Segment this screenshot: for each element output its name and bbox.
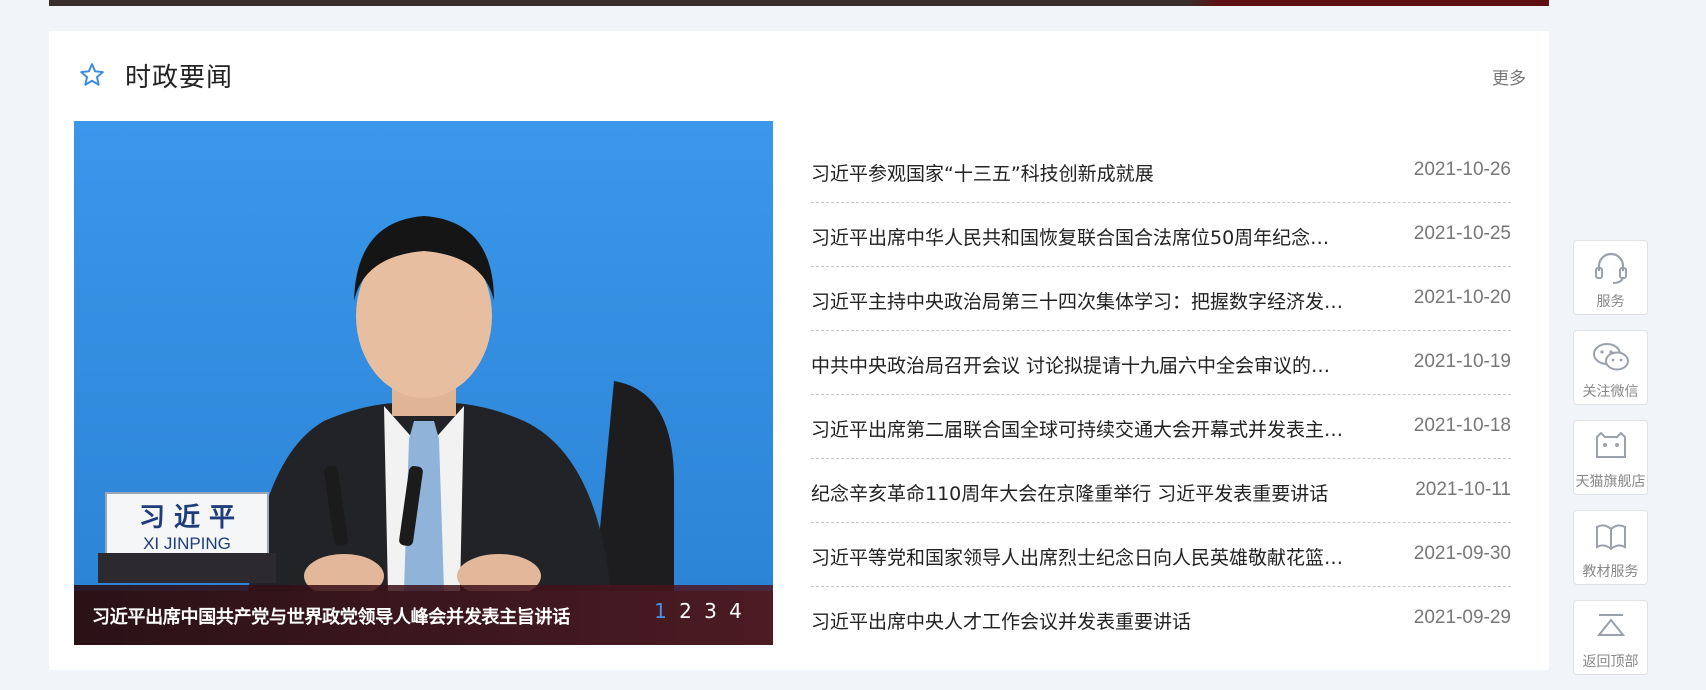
floating-toolbar: 服务 关注微信 天猫旗舰店 教材服务 返回顶部 xyxy=(1573,240,1648,690)
news-title[interactable]: 习近平参观国家“十三五”科技创新成就展 xyxy=(811,159,1381,186)
news-item[interactable]: 习近平出席第二届联合国全球可持续交通大会开幕式并发表主… 2021-10-18 xyxy=(811,395,1511,459)
carousel-page-1[interactable]: 1 xyxy=(653,599,668,623)
tmall-label: 天猫旗舰店 xyxy=(1575,474,1646,490)
section-title: 时政要闻 xyxy=(125,63,234,93)
carousel-caption[interactable]: 习近平出席中国共产党与世界政党领导人峰会并发表主旨讲话 xyxy=(92,603,570,629)
news-date: 2021-10-20 xyxy=(1413,287,1511,308)
news-item[interactable]: 习近平出席中华人民共和国恢复联合国合法席位50周年纪念… 2021-10-25 xyxy=(811,203,1511,267)
news-date: 2021-10-26 xyxy=(1413,159,1511,180)
news-item[interactable]: 习近平参观国家“十三五”科技创新成就展 2021-10-26 xyxy=(811,139,1511,203)
news-item[interactable]: 中共中央政治局召开会议 讨论拟提请十九届六中全会审议的… 2021-10-19 xyxy=(811,331,1511,395)
carousel-caption-bar: 习近平出席中国共产党与世界政党领导人峰会并发表主旨讲话 1 2 3 4 xyxy=(74,585,773,645)
textbook-service-label: 教材服务 xyxy=(1582,564,1639,580)
name-plate-en: XI JINPING xyxy=(143,534,231,553)
headset-icon xyxy=(1594,252,1627,284)
news-title[interactable]: 习近平等党和国家领导人出席烈士纪念日向人民英雄敬献花篮… xyxy=(811,543,1381,570)
name-plate-cn: 习 近 平 xyxy=(139,503,235,533)
news-date: 2021-10-18 xyxy=(1413,415,1511,436)
news-date: 2021-10-19 xyxy=(1413,351,1511,372)
news-list: 习近平参观国家“十三五”科技创新成就展 2021-10-26 习近平出席中华人民… xyxy=(811,139,1511,650)
service-label: 服务 xyxy=(1596,294,1625,310)
tmall-store-button[interactable]: 天猫旗舰店 xyxy=(1573,420,1648,495)
news-title[interactable]: 习近平出席第二届联合国全球可持续交通大会开幕式并发表主… xyxy=(811,415,1381,442)
news-item[interactable]: 习近平主持中央政治局第三十四次集体学习：把握数字经济发… 2021-10-20 xyxy=(811,267,1511,331)
back-to-top-button[interactable]: 返回顶部 xyxy=(1573,600,1648,675)
more-link[interactable]: 更多 xyxy=(1492,64,1526,89)
book-icon xyxy=(1595,524,1626,551)
wechat-icon xyxy=(1592,343,1629,371)
news-date: 2021-09-29 xyxy=(1413,607,1511,628)
news-item[interactable]: 习近平出席中央人才工作会议并发表重要讲话 2021-09-29 xyxy=(811,587,1511,650)
news-title[interactable]: 中共中央政治局召开会议 讨论拟提请十九届六中全会审议的… xyxy=(811,351,1381,378)
news-title[interactable]: 纪念辛亥革命110周年大会在京隆重举行 习近平发表重要讲话 xyxy=(811,479,1381,506)
top-banner-strip xyxy=(49,0,1549,6)
carousel-photo: 习 近 平 XI JINPING xyxy=(74,121,773,645)
news-title[interactable]: 习近平出席中华人民共和国恢复联合国合法席位50周年纪念… xyxy=(811,223,1381,250)
tmall-icon xyxy=(1595,431,1626,458)
back-to-top-label: 返回顶部 xyxy=(1582,654,1639,670)
news-panel: 时政要闻 更多 习 近 平 XI JINPING 习近平出席中国共产党与世界政党… xyxy=(49,31,1549,670)
textbook-service-button[interactable]: 教材服务 xyxy=(1573,510,1648,585)
news-item[interactable]: 习近平等党和国家领导人出席烈士纪念日向人民英雄敬献花篮… 2021-09-30 xyxy=(811,523,1511,587)
service-button[interactable]: 服务 xyxy=(1573,240,1648,315)
back-to-top-icon xyxy=(1596,614,1625,636)
carousel-page-2[interactable]: 2 xyxy=(678,599,693,623)
news-date: 2021-09-30 xyxy=(1413,543,1511,564)
carousel-pager: 1 2 3 4 xyxy=(653,599,743,623)
news-date: 2021-10-11 xyxy=(1415,479,1511,500)
wechat-button[interactable]: 关注微信 xyxy=(1573,330,1648,405)
news-title[interactable]: 习近平主持中央政治局第三十四次集体学习：把握数字经济发… xyxy=(811,287,1381,314)
news-date: 2021-10-25 xyxy=(1413,223,1511,244)
news-item[interactable]: 纪念辛亥革命110周年大会在京隆重举行 习近平发表重要讲话 2021-10-11 xyxy=(811,459,1511,523)
carousel-page-3[interactable]: 3 xyxy=(703,599,718,623)
news-title[interactable]: 习近平出席中央人才工作会议并发表重要讲话 xyxy=(811,607,1381,634)
star-icon xyxy=(80,63,104,86)
wechat-label: 关注微信 xyxy=(1582,384,1639,400)
panel-header: 时政要闻 更多 xyxy=(49,31,1549,121)
news-carousel[interactable]: 习 近 平 XI JINPING 习近平出席中国共产党与世界政党领导人峰会并发表… xyxy=(74,121,773,645)
carousel-page-4[interactable]: 4 xyxy=(728,599,743,623)
